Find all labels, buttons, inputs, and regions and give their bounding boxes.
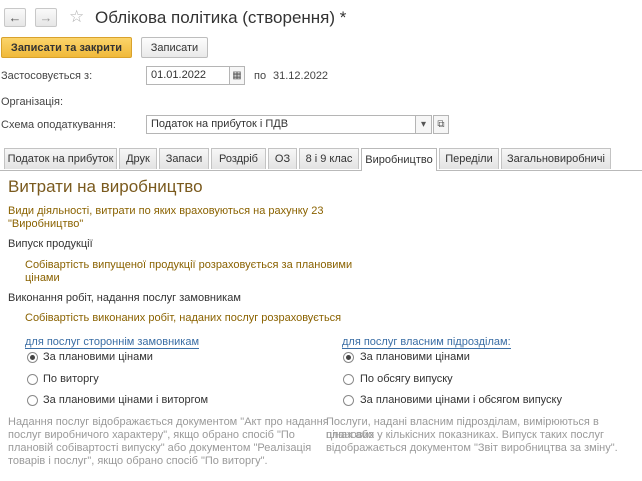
tab-print[interactable]: Друк [119, 148, 157, 169]
tax-scheme-dropdown-button[interactable]: ▾ [415, 115, 432, 134]
save-and-close-button[interactable]: Записати та закрити [1, 37, 132, 58]
arrow-left-icon: ← [8, 10, 22, 25]
back-button[interactable]: ← [4, 8, 26, 27]
arrow-right-icon: → [39, 10, 53, 25]
tab-stages[interactable]: Переділи [439, 148, 499, 169]
external-note-line2: послуг виробничого характеру", якщо обра… [8, 429, 295, 441]
internal-radio-volume[interactable] [343, 374, 354, 385]
internal-option-planned-and-volume[interactable]: За плановими цінами і обсягом випуску [360, 394, 562, 407]
external-option-planned[interactable]: За плановими цінами [43, 351, 153, 364]
activities-link-line2[interactable]: "Виробництво" [8, 218, 83, 231]
section-title: Витрати на виробництво [8, 177, 203, 196]
internal-services-heading: для послуг власним підрозділам: [342, 336, 511, 349]
internal-note-line3: відображається документом "Звіт виробниц… [326, 442, 618, 454]
tab-income-tax[interactable]: Податок на прибуток [4, 148, 117, 169]
tab-inventory[interactable]: Запаси [159, 148, 209, 169]
open-icon: ⧉ [437, 119, 445, 130]
organization-label: Організація: [1, 96, 63, 108]
tax-scheme-label: Схема оподаткування: [1, 119, 116, 131]
page-title: Облікова політика (створення) * [95, 8, 347, 27]
external-note-line1: Надання послуг відображається документом… [8, 416, 329, 428]
favorite-star-icon[interactable]: ☆ [69, 7, 84, 27]
tab-retail[interactable]: Роздріб [211, 148, 266, 169]
external-note-line4: товарів і послуг", якщо обрано спосіб "П… [8, 455, 268, 467]
forward-button[interactable]: → [35, 8, 57, 27]
tax-scheme-select[interactable]: Податок на прибуток і ПДВ [146, 115, 416, 134]
tab-general-production[interactable]: Загальновиробничі [501, 148, 611, 169]
date-from-input[interactable]: 01.01.2022 [146, 66, 230, 85]
internal-radio-planned[interactable] [343, 352, 354, 363]
external-radio-planned-and-revenue[interactable] [27, 395, 38, 406]
activities-link-line1[interactable]: Види діяльності, витрати по яких врахову… [8, 205, 323, 218]
output-note-line1[interactable]: Собівартість випущеної продукції розрахо… [25, 259, 352, 272]
works-note[interactable]: Собівартість виконаних робіт, наданих по… [25, 312, 341, 325]
date-to-value: 31.12.2022 [273, 70, 329, 82]
save-button[interactable]: Записати [141, 37, 208, 58]
to-label: по [254, 70, 267, 82]
output-label: Випуск продукції [8, 238, 93, 250]
internal-note-line2: цінах або у кількісних показниках. Випус… [326, 429, 604, 441]
external-radio-revenue[interactable] [27, 374, 38, 385]
internal-radio-planned-and-volume[interactable] [343, 395, 354, 406]
external-services-heading: для послуг стороннім замовникам [25, 336, 200, 349]
calendar-button[interactable]: ▦ [229, 66, 245, 85]
tab-class-8-9[interactable]: 8 і 9 клас [299, 148, 359, 169]
external-note-line3: плановій собівартості випуску" або докум… [8, 442, 312, 454]
output-note-line2[interactable]: цінами [25, 272, 60, 285]
internal-option-planned[interactable]: За плановими цінами [360, 351, 470, 364]
tab-bar: Податок на прибуток Друк Запаси Роздріб … [0, 148, 642, 171]
external-option-planned-and-revenue[interactable]: За плановими цінами і виторгом [43, 394, 208, 407]
tab-production[interactable]: Виробництво [361, 148, 437, 171]
internal-option-volume[interactable]: По обсягу випуску [360, 373, 453, 386]
tax-scheme-open-button[interactable]: ⧉ [433, 115, 449, 134]
external-radio-planned[interactable] [27, 352, 38, 363]
works-label: Виконання робіт, надання послуг замовник… [8, 292, 241, 304]
external-option-revenue[interactable]: По виторгу [43, 373, 99, 386]
chevron-down-icon: ▾ [420, 119, 427, 130]
tab-fixed-assets[interactable]: ОЗ [268, 148, 297, 169]
calendar-icon: ▦ [232, 70, 242, 81]
applies-from-label: Застосовується з: [1, 70, 93, 82]
